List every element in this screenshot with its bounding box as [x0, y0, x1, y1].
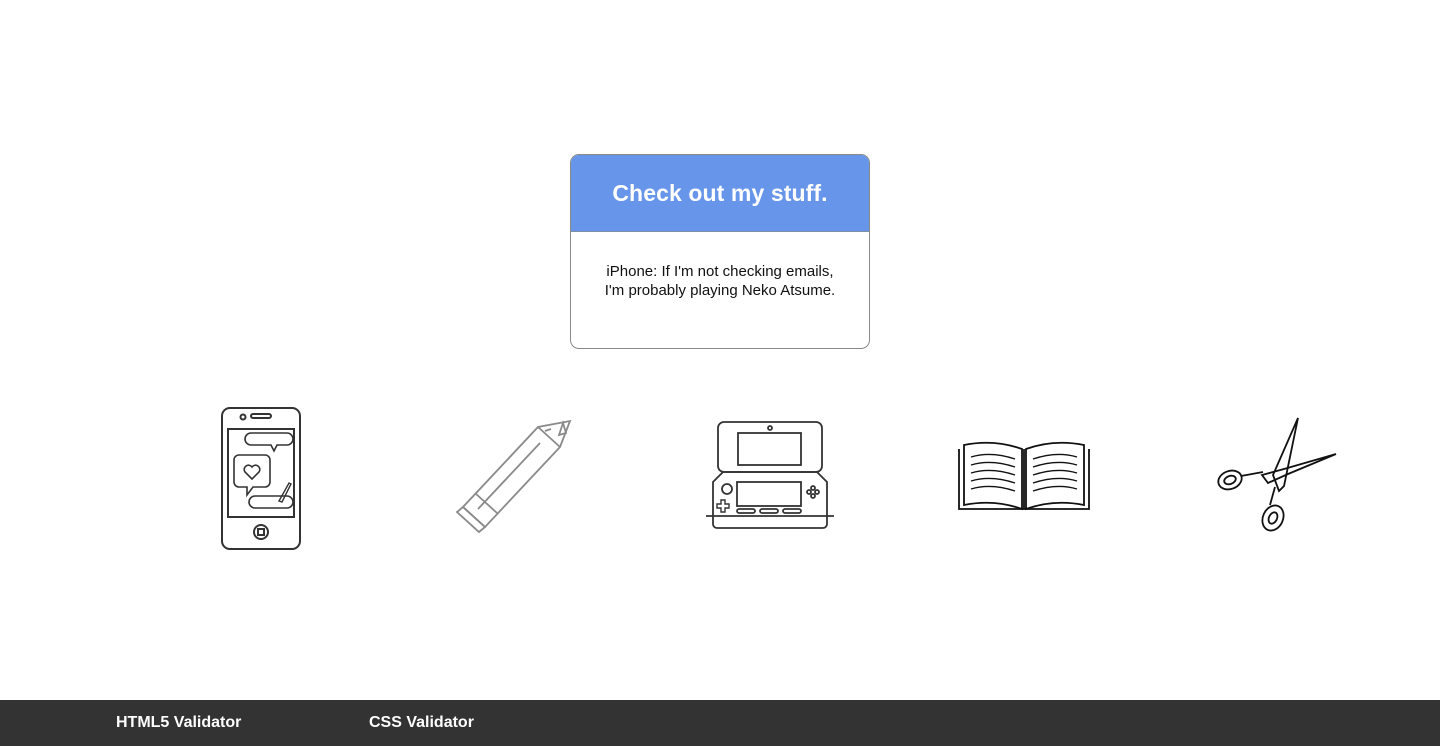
- open-book-icon[interactable]: [955, 435, 1093, 515]
- info-card: Check out my stuff. iPhone: If I'm not c…: [570, 154, 870, 349]
- footer: HTML5 Validator CSS Validator: [0, 700, 1440, 746]
- pencil-icon[interactable]: [455, 415, 577, 535]
- nintendo-3ds-icon[interactable]: [703, 418, 839, 532]
- scissors-icon[interactable]: [1216, 414, 1340, 536]
- iphone-icon[interactable]: [215, 403, 307, 555]
- css-validator-link[interactable]: CSS Validator: [369, 714, 474, 732]
- card-description: iPhone: If I'm not checking emails, I'm …: [604, 263, 836, 299]
- html5-validator-link[interactable]: HTML5 Validator: [116, 714, 241, 732]
- page: Check out my stuff. iPhone: If I'm not c…: [0, 0, 1440, 746]
- card-title: Check out my stuff.: [571, 155, 869, 232]
